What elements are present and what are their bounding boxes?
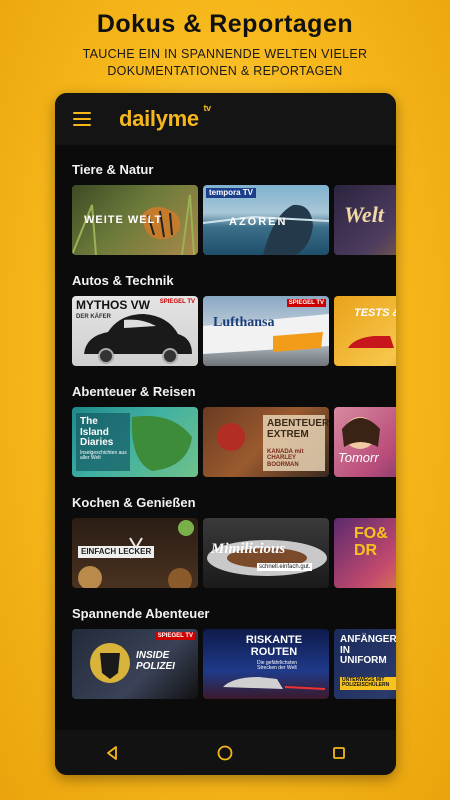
video-thumbnail[interactable]: The Island Diaries Inselgeschichten aus …	[72, 407, 198, 477]
category-title: Abenteuer & Reisen	[72, 384, 196, 399]
video-thumbnail[interactable]: ABENTEUER EXTREM KANADA mit CHARLEY BOOR…	[203, 407, 329, 477]
category-title: Kochen & Genießen	[72, 495, 196, 510]
video-thumbnail[interactable]: FO& DR	[334, 518, 396, 588]
category-title: Spannende Abenteuer	[72, 606, 210, 621]
video-thumbnail[interactable]: Mimilicious schnell.einfach.gut.	[203, 518, 329, 588]
category-row: Abenteuer & Reisen The Island Diaries In…	[55, 367, 396, 477]
video-thumbnail[interactable]: Lufthansa SPIEGEL TV	[203, 296, 329, 366]
category-row: Kochen & Genießen EINFACH LECKER Mimilic…	[55, 478, 396, 588]
system-nav-bar	[55, 730, 396, 775]
video-thumbnail[interactable]: tempora TV AZOREN	[203, 185, 329, 255]
category-row: Spannende Abenteuer INSIDE POLIZEI SPIEG…	[55, 589, 396, 699]
video-thumbnail[interactable]: TESTS & AC	[334, 296, 396, 366]
category-list: Tiere & Natur WEITE WELT tempora TV AZOR…	[55, 145, 396, 730]
phone-frame: dailyme tv Tiere & Natur WEITE WELT tempo…	[55, 93, 396, 775]
video-thumbnail[interactable]: RISKANTE ROUTEN Die gefährlichsten Strec…	[203, 629, 329, 699]
video-thumbnail[interactable]: ANFÄNGER IN UNIFORM UNTERWEGS MIT POLIZE…	[334, 629, 396, 699]
promo-subtitle: TAUCHE EIN IN SPANNENDE WELTEN VIELER DO…	[82, 47, 368, 78]
promo-title: Dokus & Reportagen	[96, 10, 354, 38]
category-title: Autos & Technik	[72, 273, 174, 288]
video-thumbnail[interactable]: WEITE WELT	[72, 185, 198, 255]
video-thumbnail[interactable]: Tomorr	[334, 407, 396, 477]
video-thumbnail[interactable]: INSIDE POLIZEI SPIEGEL TV	[72, 629, 198, 699]
category-title: Tiere & Natur	[72, 162, 154, 177]
video-thumbnail[interactable]: MYTHOS VW DER KÄFER SPIEGEL TV	[72, 296, 198, 366]
app-bar: dailyme tv	[55, 93, 396, 145]
hamburger-menu-icon[interactable]	[71, 108, 97, 130]
app-logo: dailyme tv	[119, 103, 211, 131]
category-row: Autos & Technik MYTHOS VW DER KÄFER SPIE…	[55, 256, 396, 366]
home-circle-icon[interactable]	[210, 738, 240, 768]
recents-square-icon[interactable]	[324, 738, 354, 768]
back-triangle-icon[interactable]	[97, 738, 127, 768]
video-thumbnail[interactable]: EINFACH LECKER	[72, 518, 198, 588]
category-row: Tiere & Natur WEITE WELT tempora TV AZOR…	[55, 145, 396, 255]
video-thumbnail[interactable]: Welt	[334, 185, 396, 255]
